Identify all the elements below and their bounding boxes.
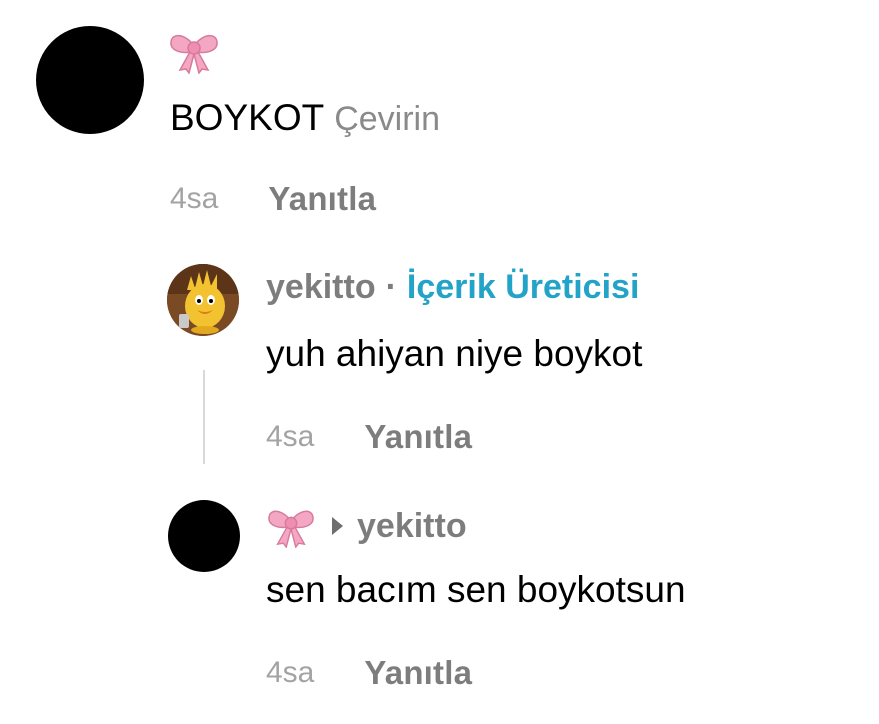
reply-text: yuh ahiyan niye boykot: [266, 333, 643, 374]
reply-button[interactable]: Yanıtla: [268, 180, 376, 218]
separator: ·: [385, 268, 397, 306]
reply-button[interactable]: Yanıtla: [364, 418, 472, 456]
comment-meta: 4sa Yanıtla: [170, 180, 376, 218]
reply-meta: 4sa Yanıtla: [266, 418, 472, 456]
duck-character-icon: [167, 264, 239, 336]
reply-button[interactable]: Yanıtla: [364, 654, 472, 692]
translate-link[interactable]: Çevirin: [334, 100, 440, 138]
reply-to-username[interactable]: yekitto: [357, 507, 467, 546]
comment-text: BOYKOT: [170, 97, 325, 138]
creator-badge: İçerik Üreticisi: [406, 268, 640, 306]
reply-to-caret-icon: [332, 517, 343, 535]
avatar[interactable]: [167, 264, 239, 336]
reply-header: yekitto · İçerik Üreticisi: [266, 268, 639, 307]
timestamp: 4sa: [266, 656, 315, 689]
reply-text: sen bacım sen boykotsun: [266, 569, 686, 610]
comment-text-row: BOYKOT Çevirin: [170, 96, 440, 141]
reply-header: yekitto: [266, 504, 467, 548]
thread-line: [203, 370, 205, 464]
bow-icon: [266, 504, 316, 548]
bow-icon: [168, 28, 220, 74]
timestamp: 4sa: [170, 182, 219, 215]
avatar[interactable]: [36, 26, 144, 134]
username[interactable]: yekitto: [266, 268, 376, 307]
avatar[interactable]: [168, 500, 240, 572]
reply-meta: 4sa Yanıtla: [266, 654, 472, 692]
timestamp: 4sa: [266, 420, 315, 453]
